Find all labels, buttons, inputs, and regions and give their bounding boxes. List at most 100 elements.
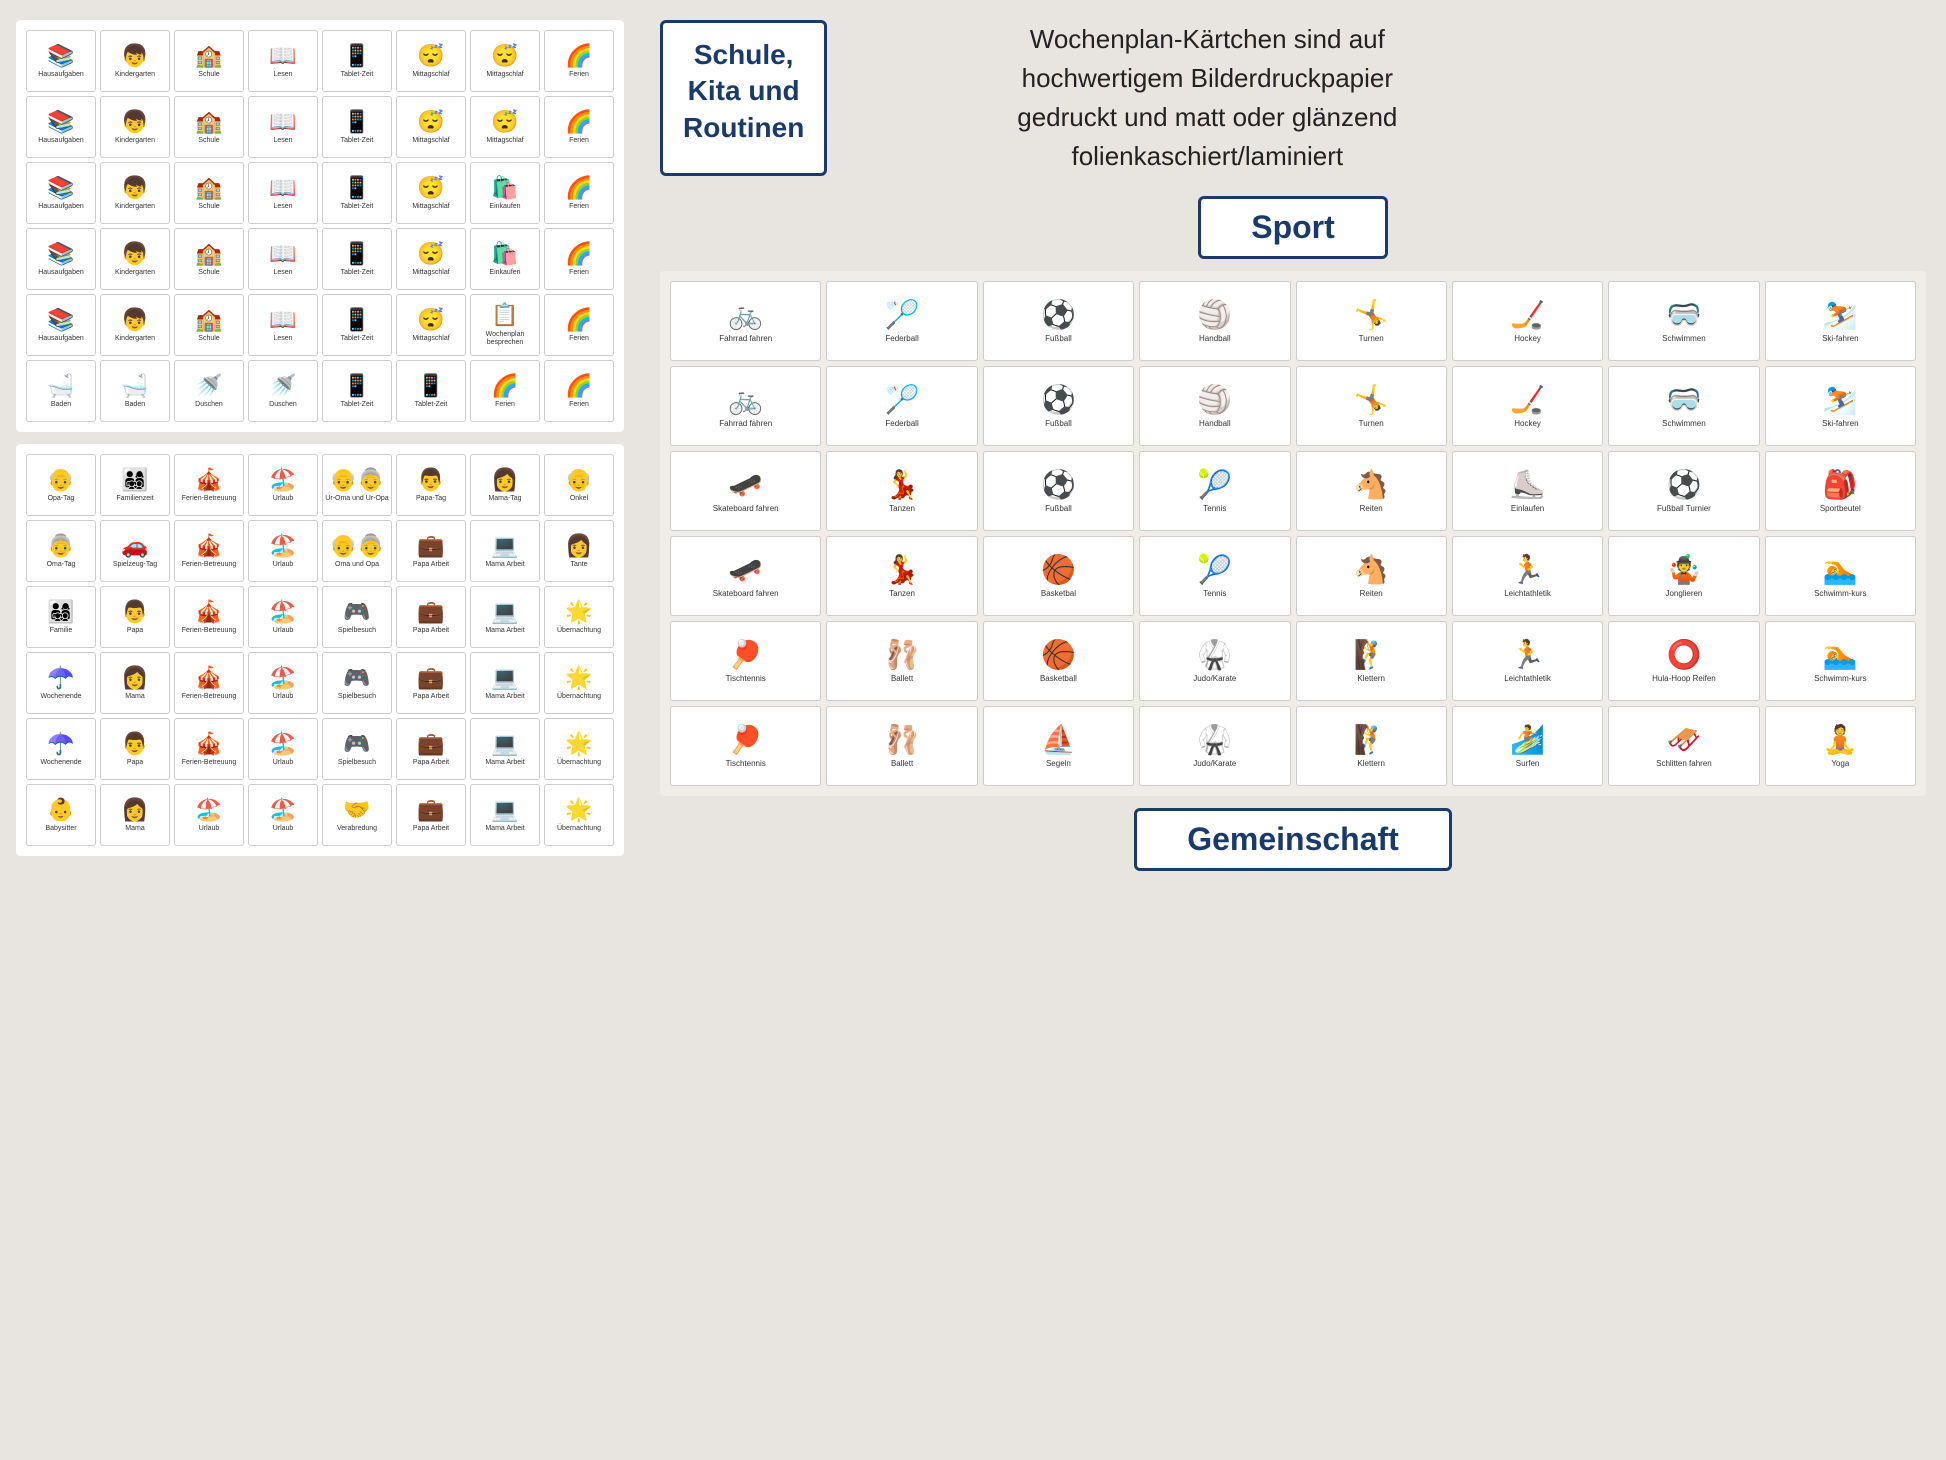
card-icon: 🎪 [195,533,222,559]
sport-label: Surfen [1516,759,1540,769]
card-icon: 🏫 [195,307,222,333]
sport-card: 🩰Ballett [826,706,977,786]
family-card: 💻Mama Arbeit [470,520,540,582]
sport-label: Einlaufen [1511,504,1544,514]
sport-icon: 🛹 [728,553,763,587]
sport-card: 🧗Klettern [1296,706,1447,786]
family-grid-container: 👴Opa-Tag👨‍👩‍👧‍👦Familienzeit🎪Ferien-Betre… [16,444,624,856]
card-label: Baden [125,401,145,409]
card-icon: 🌈 [565,241,592,267]
card-label: Ferien [569,401,589,409]
sport-card: 🏸Federball [826,366,977,446]
family-card: 🏖️Urlaub [248,586,318,648]
sport-label: Basketbal [1041,589,1076,599]
card-label: Ferien-Betreuung [182,693,236,701]
sport-label: Skateboard fahren [713,504,779,514]
sport-label: Fußball [1045,504,1072,514]
family-card: 👨‍👩‍👧‍👦 Familie [26,586,96,648]
sport-label: Schwimm-kurs [1814,589,1866,599]
family-card: 🏖️Urlaub [248,784,318,846]
card-icon: 📱 [343,109,370,135]
schule-card: 🛁Baden [100,360,170,422]
card-icon: 💻 [491,731,518,757]
family-card: 🤝Verabredung [322,784,392,846]
card-label: Übernachtung [557,759,601,767]
schule-card: 📖Lesen [248,228,318,290]
card-icon: 📚 [47,307,74,333]
sport-icon: 🥽 [1667,383,1702,417]
card-label: Tablet-Zeit [341,203,374,211]
sport-card: ⚽Fußball [983,451,1134,531]
sport-label: Klettern [1357,759,1385,769]
card-label: Lesen [273,203,292,211]
schule-card: 🏫Schule [174,228,244,290]
card-icon: 👴 [565,467,592,493]
card-icon: 🏫 [195,175,222,201]
sport-label: Ballett [891,759,913,769]
sport-icon: 🩰 [885,638,920,672]
family-card: 👩Mama [100,784,170,846]
family-card: 🎪Ferien-Betreuung [174,652,244,714]
sport-card: 🏊Schwimm-kurs [1765,536,1916,616]
schule-card: 📋Wochenplan besprechen [470,294,540,356]
card-icon: 🌈 [565,175,592,201]
left-side: 📚Hausaufgaben👦Kindergarten🏫Schule📖Lesen📱… [0,0,640,1460]
card-label: Papa Arbeit [413,759,449,767]
card-label: Ferien-Betreuung [182,561,236,569]
schule-card: 📱Tablet-Zeit [322,294,392,356]
sport-label: Hula-Hoop Reifen [1652,674,1716,684]
sport-label: Tennis [1203,589,1226,599]
schule-card: 📱Tablet-Zeit [322,228,392,290]
card-icon: 👨‍👩‍👧‍👦 [47,599,74,625]
sport-card: 🐴Reiten [1296,536,1447,616]
card-label: Ur-Oma und Ur-Opa [325,495,388,503]
sport-icon: 🏓 [728,638,763,672]
sport-icon: ⚽ [1041,298,1076,332]
sport-card: 💃Tanzen [826,536,977,616]
card-label: Mittagschlaf [412,71,449,79]
card-icon: 💼 [417,797,444,823]
card-label: Papa Arbeit [413,693,449,701]
sport-card: 🚲Fahrrad fahren [670,366,821,446]
card-label: Kindergarten [115,137,155,145]
card-label: Schule [198,269,219,277]
family-card: 🏖️Urlaub [174,784,244,846]
card-label: Familie [50,627,73,635]
sport-label: Fahrrad fahren [719,334,772,344]
main-layout: 📚Hausaufgaben👦Kindergarten🏫Schule📖Lesen📱… [0,0,1946,1460]
card-label: Tante [570,561,587,569]
card-label: Duschen [269,401,297,409]
card-icon: 👨 [121,731,148,757]
card-icon: 🏖️ [269,731,296,757]
schule-card: 👦Kindergarten [100,96,170,158]
card-icon: 🌈 [565,307,592,333]
card-icon: 👨 [417,467,444,493]
card-icon: 👴 [47,467,74,493]
sport-label: Segeln [1046,759,1071,769]
card-label: Spielbesuch [338,693,376,701]
sport-label: Klettern [1357,674,1385,684]
sport-label: Judo/Karate [1193,674,1236,684]
sport-label: Reiten [1360,589,1383,599]
sport-card: 🛹 Skateboard fahren [670,451,821,531]
sport-label: Ballett [891,674,913,684]
sport-card: 🏒Hockey [1452,366,1603,446]
family-card: 🏖️Urlaub [248,718,318,780]
family-card: 👴👵Oma und Opa [322,520,392,582]
card-icon: 👦 [121,43,148,69]
sport-card: 🏓Tischtennis [670,621,821,701]
card-icon: 📚 [47,241,74,267]
family-card: 🎪Ferien-Betreuung [174,586,244,648]
schule-card: 📱Tablet-Zeit [322,96,392,158]
family-card: 💻Mama Arbeit [470,586,540,648]
card-icon: 🤝 [343,797,370,823]
card-label: Hausaufgaben [38,203,84,211]
sport-label: Fahrrad fahren [719,419,772,429]
card-icon: 👨 [121,599,148,625]
sport-box-title: Sport [1251,209,1335,246]
card-label: Übernachtung [557,693,601,701]
sport-card: 🧘Yoga [1765,706,1916,786]
card-icon: 💼 [417,665,444,691]
sport-card: 🏊Schwimm-kurs [1765,621,1916,701]
sport-icon: 🛹 [728,468,763,502]
